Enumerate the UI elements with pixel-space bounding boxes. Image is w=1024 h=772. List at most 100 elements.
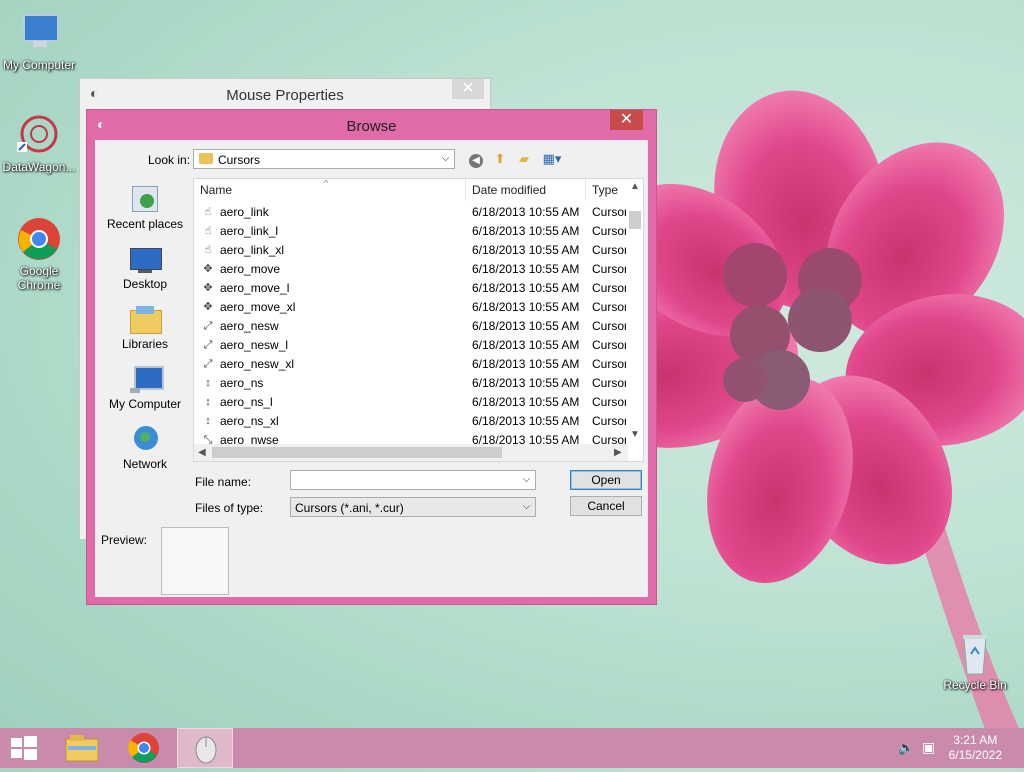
look-in-label: Look in: [148, 153, 191, 167]
file-name-label: File name: [195, 475, 252, 489]
browse-dialog[interactable]: ◐ Browse ✕ Look in: Cursors ⌵ ◀ ⬆ ▰ ▦▾ R… [86, 109, 657, 605]
file-type-cell: Cursor [592, 395, 629, 409]
table-row[interactable]: ⤢ aero_nesw 6/18/2013 10:55 AM Cursor [194, 317, 628, 336]
table-row[interactable]: ⤢ aero_nesw_xl 6/18/2013 10:55 AM Cursor [194, 355, 628, 374]
taskbar-file-explorer[interactable] [54, 728, 110, 768]
file-date-cell: 6/18/2013 10:55 AM [472, 338, 580, 352]
place-desktop[interactable]: Desktop [99, 244, 191, 302]
new-folder-icon: ▰ [519, 151, 529, 166]
file-name-cell: aero_link [220, 205, 269, 219]
file-date-cell: 6/18/2013 10:55 AM [472, 357, 580, 371]
files-of-type-combo[interactable]: Cursors (*.ani, *.cur) ⌵ [290, 497, 536, 517]
table-row[interactable]: ↕ aero_ns_l 6/18/2013 10:55 AM Cursor [194, 393, 628, 412]
file-type-cell: Cursor [592, 205, 629, 219]
sort-up-icon: ^ [324, 178, 329, 188]
column-header-date[interactable]: Date modified [466, 179, 586, 201]
view-menu-button[interactable]: ▦▾ [539, 150, 565, 168]
cursor-file-icon: ↕ [205, 396, 211, 408]
close-button[interactable]: ✕ [610, 110, 643, 130]
windows-logo-icon [11, 736, 37, 760]
file-type-cell: Cursor [592, 300, 629, 314]
desktop-icon-google-chrome[interactable]: Google Chrome [1, 216, 77, 292]
chevron-down-icon[interactable]: ⌵ [518, 471, 535, 489]
file-name-cell: aero_nesw_l [220, 338, 289, 352]
file-name-cell: aero_nesw [220, 319, 279, 333]
cursor-file-icon: ✥ [203, 301, 213, 313]
table-row[interactable]: ✥ aero_move 6/18/2013 10:55 AM Cursor [194, 260, 628, 279]
file-date-cell: 6/18/2013 10:55 AM [472, 205, 580, 219]
browse-titlebar[interactable]: ◐ Browse ✕ [87, 110, 656, 138]
table-row[interactable]: ✥ aero_move_xl 6/18/2013 10:55 AM Cursor [194, 298, 628, 317]
column-header-name[interactable]: Name ^ [194, 179, 466, 201]
look-in-combo[interactable]: Cursors ⌵ [193, 149, 455, 169]
taskbar: 🔈 ▣ 3:21 AM 6/15/2022 [0, 728, 1024, 768]
desktop-icon-datawagon[interactable]: DataWagon... [1, 112, 77, 174]
mouse-properties-titlebar[interactable]: ◐ Mouse Properties ✕ [80, 79, 490, 109]
libraries-icon [128, 304, 162, 334]
table-row[interactable]: ↕ aero_ns_xl 6/18/2013 10:55 AM Cursor [194, 412, 628, 431]
close-icon: ✕ [461, 80, 475, 97]
table-row[interactable]: ⤢ aero_nesw_l 6/18/2013 10:55 AM Cursor [194, 336, 628, 355]
scroll-up-icon[interactable]: ▲ [630, 181, 640, 192]
column-header-type[interactable]: Type [586, 179, 628, 201]
preview-box [161, 527, 229, 595]
up-folder-button[interactable]: ⬆ [491, 150, 509, 168]
chevron-down-icon: ⌵ [522, 501, 531, 512]
table-row[interactable]: ☝ aero_link_xl 6/18/2013 10:55 AM Cursor [194, 241, 628, 260]
look-in-value: Cursors [218, 153, 261, 167]
taskbar-chrome[interactable] [116, 728, 172, 768]
desktop-icon-my-computer[interactable]: My Computer [1, 10, 77, 72]
place-label: Desktop [122, 277, 168, 291]
file-type-cell: Cursor [592, 414, 629, 428]
file-type-cell: Cursor [592, 338, 629, 352]
scroll-thumb[interactable] [629, 211, 641, 229]
file-name-cell: aero_link_xl [220, 243, 285, 257]
view-menu-icon: ▦▾ [542, 151, 562, 166]
network-icon[interactable]: ▣ [922, 739, 935, 756]
place-my-computer[interactable]: My Computer [99, 364, 191, 422]
dialog-title: Browse [346, 118, 397, 135]
desktop-icon-label: Recycle Bin [943, 678, 1007, 692]
place-label: Network [122, 457, 167, 471]
open-button[interactable]: Open [570, 470, 642, 490]
table-row[interactable]: ☝ aero_link 6/18/2013 10:55 AM Cursor [194, 203, 628, 222]
close-button[interactable]: ✕ [452, 79, 484, 99]
speaker-muted-icon[interactable]: 🔈 [898, 740, 914, 756]
file-date-cell: 6/18/2013 10:55 AM [472, 319, 580, 333]
preview-label: Preview: [101, 533, 148, 547]
file-date-cell: 6/18/2013 10:55 AM [472, 376, 580, 390]
file-type-cell: Cursor [592, 243, 629, 257]
file-list[interactable]: Name ^ Date modified Type ☝ aero_link 6/18… [193, 178, 644, 462]
taskbar-mouse-properties[interactable] [177, 728, 233, 768]
clock-date: 6/15/2022 [948, 748, 1002, 762]
table-row[interactable]: ↕ aero_ns 6/18/2013 10:55 AM Cursor [194, 374, 628, 393]
network-icon [128, 424, 162, 454]
scroll-right-icon[interactable]: ▶ [614, 447, 622, 458]
file-name-combo[interactable]: ⌵ [290, 470, 536, 490]
file-date-cell: 6/18/2013 10:55 AM [472, 281, 580, 295]
start-button[interactable] [0, 728, 48, 768]
scroll-down-icon[interactable]: ▼ [630, 429, 640, 440]
cursor-file-icon: ☝ [204, 225, 212, 237]
new-folder-button[interactable]: ▰ [515, 150, 533, 168]
cancel-button[interactable]: Cancel [570, 496, 642, 516]
close-icon: ✕ [619, 111, 634, 128]
file-name-input[interactable] [293, 472, 517, 489]
desktop-icon-recycle-bin[interactable]: Recycle Bin [937, 630, 1013, 692]
file-type-cell: Cursor [592, 319, 629, 333]
table-row[interactable]: ✥ aero_move_l 6/18/2013 10:55 AM Cursor [194, 279, 628, 298]
place-libraries[interactable]: Libraries [99, 304, 191, 362]
scroll-thumb[interactable] [212, 447, 502, 458]
place-network[interactable]: Network [99, 424, 191, 482]
horizontal-scrollbar[interactable]: ◀ ▶ [194, 444, 628, 461]
datawagon-icon [15, 112, 63, 158]
files-of-type-value: Cursors (*.ani, *.cur) [295, 501, 404, 515]
vertical-scrollbar[interactable]: ▲ ▼ [626, 179, 643, 443]
place-recent-places[interactable]: Recent places [99, 184, 191, 242]
chevron-down-icon: ⌵ [441, 153, 450, 164]
table-row[interactable]: ☝ aero_link_l 6/18/2013 10:55 AM Cursor [194, 222, 628, 241]
cursor-file-icon: ✥ [203, 263, 213, 275]
clock[interactable]: 3:21 AM 6/15/2022 [949, 733, 1002, 763]
back-button[interactable]: ◀ [467, 150, 485, 168]
scroll-left-icon[interactable]: ◀ [198, 447, 206, 458]
